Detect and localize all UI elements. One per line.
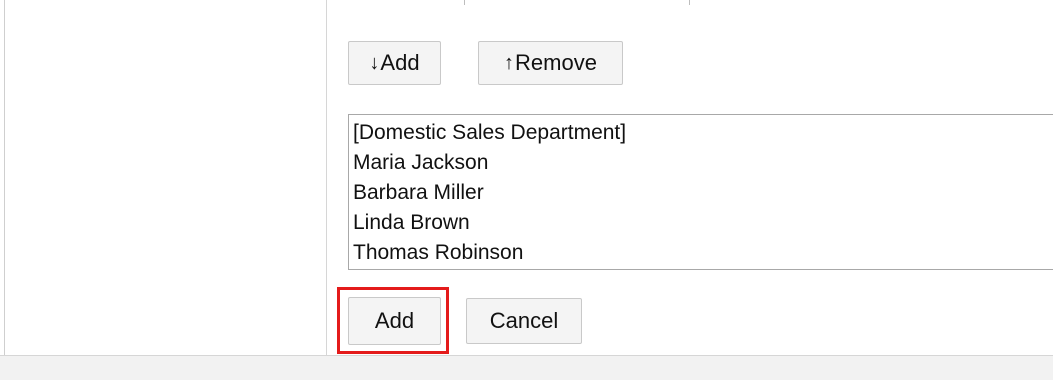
cut-off-top-content xyxy=(327,0,1053,6)
column-divider xyxy=(326,0,327,355)
cut-off-mark xyxy=(689,0,690,5)
list-option[interactable]: Barbara Miller xyxy=(353,178,1053,208)
remove-member-label: Remove xyxy=(515,50,597,75)
cut-off-mark xyxy=(464,0,465,5)
list-option[interactable]: Maria Jackson xyxy=(353,148,1053,178)
list-option[interactable]: [Domestic Sales Department] xyxy=(353,118,1053,148)
cancel-button[interactable]: Cancel xyxy=(466,298,582,344)
arrow-down-icon: ↓ xyxy=(369,52,380,74)
list-option[interactable]: Thomas Robinson xyxy=(353,238,1053,268)
arrow-up-icon: ↑ xyxy=(504,52,515,74)
bottom-bar xyxy=(0,355,1053,380)
remove-member-button[interactable]: ↑ Remove xyxy=(478,41,623,85)
add-button[interactable]: Add xyxy=(348,297,441,345)
selected-members-listbox[interactable]: [Domestic Sales Department] Maria Jackso… xyxy=(348,114,1053,270)
add-member-button[interactable]: ↓ Add xyxy=(348,41,441,85)
left-frame-edge xyxy=(0,0,5,355)
list-option[interactable]: Linda Brown xyxy=(353,208,1053,238)
add-member-label: Add xyxy=(380,50,420,75)
